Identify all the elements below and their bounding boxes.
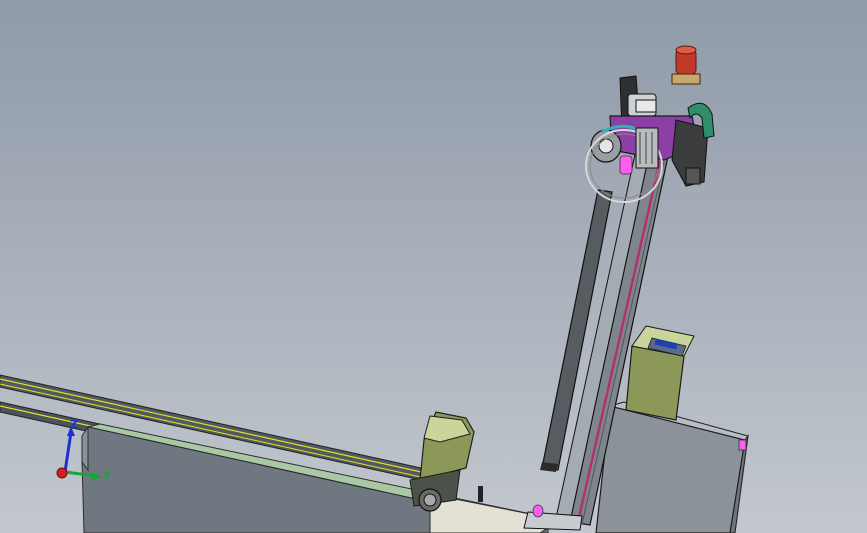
warning-light[interactable]: [671, 45, 701, 85]
control-cabinet[interactable]: [595, 401, 749, 533]
base-motor[interactable]: [409, 411, 483, 512]
triad-y-label: Y: [102, 469, 112, 482]
triad-z-label: Z: [70, 418, 78, 431]
graphics-viewport[interactable]: Z Y: [0, 0, 867, 533]
base-rail-assembly[interactable]: [0, 374, 562, 533]
cad-model-scene[interactable]: Z Y: [0, 0, 867, 533]
vertical-drive-motor[interactable]: [625, 325, 695, 421]
triad-x-axis-dot: [56, 467, 68, 479]
triad-z-axis: [63, 431, 73, 473]
